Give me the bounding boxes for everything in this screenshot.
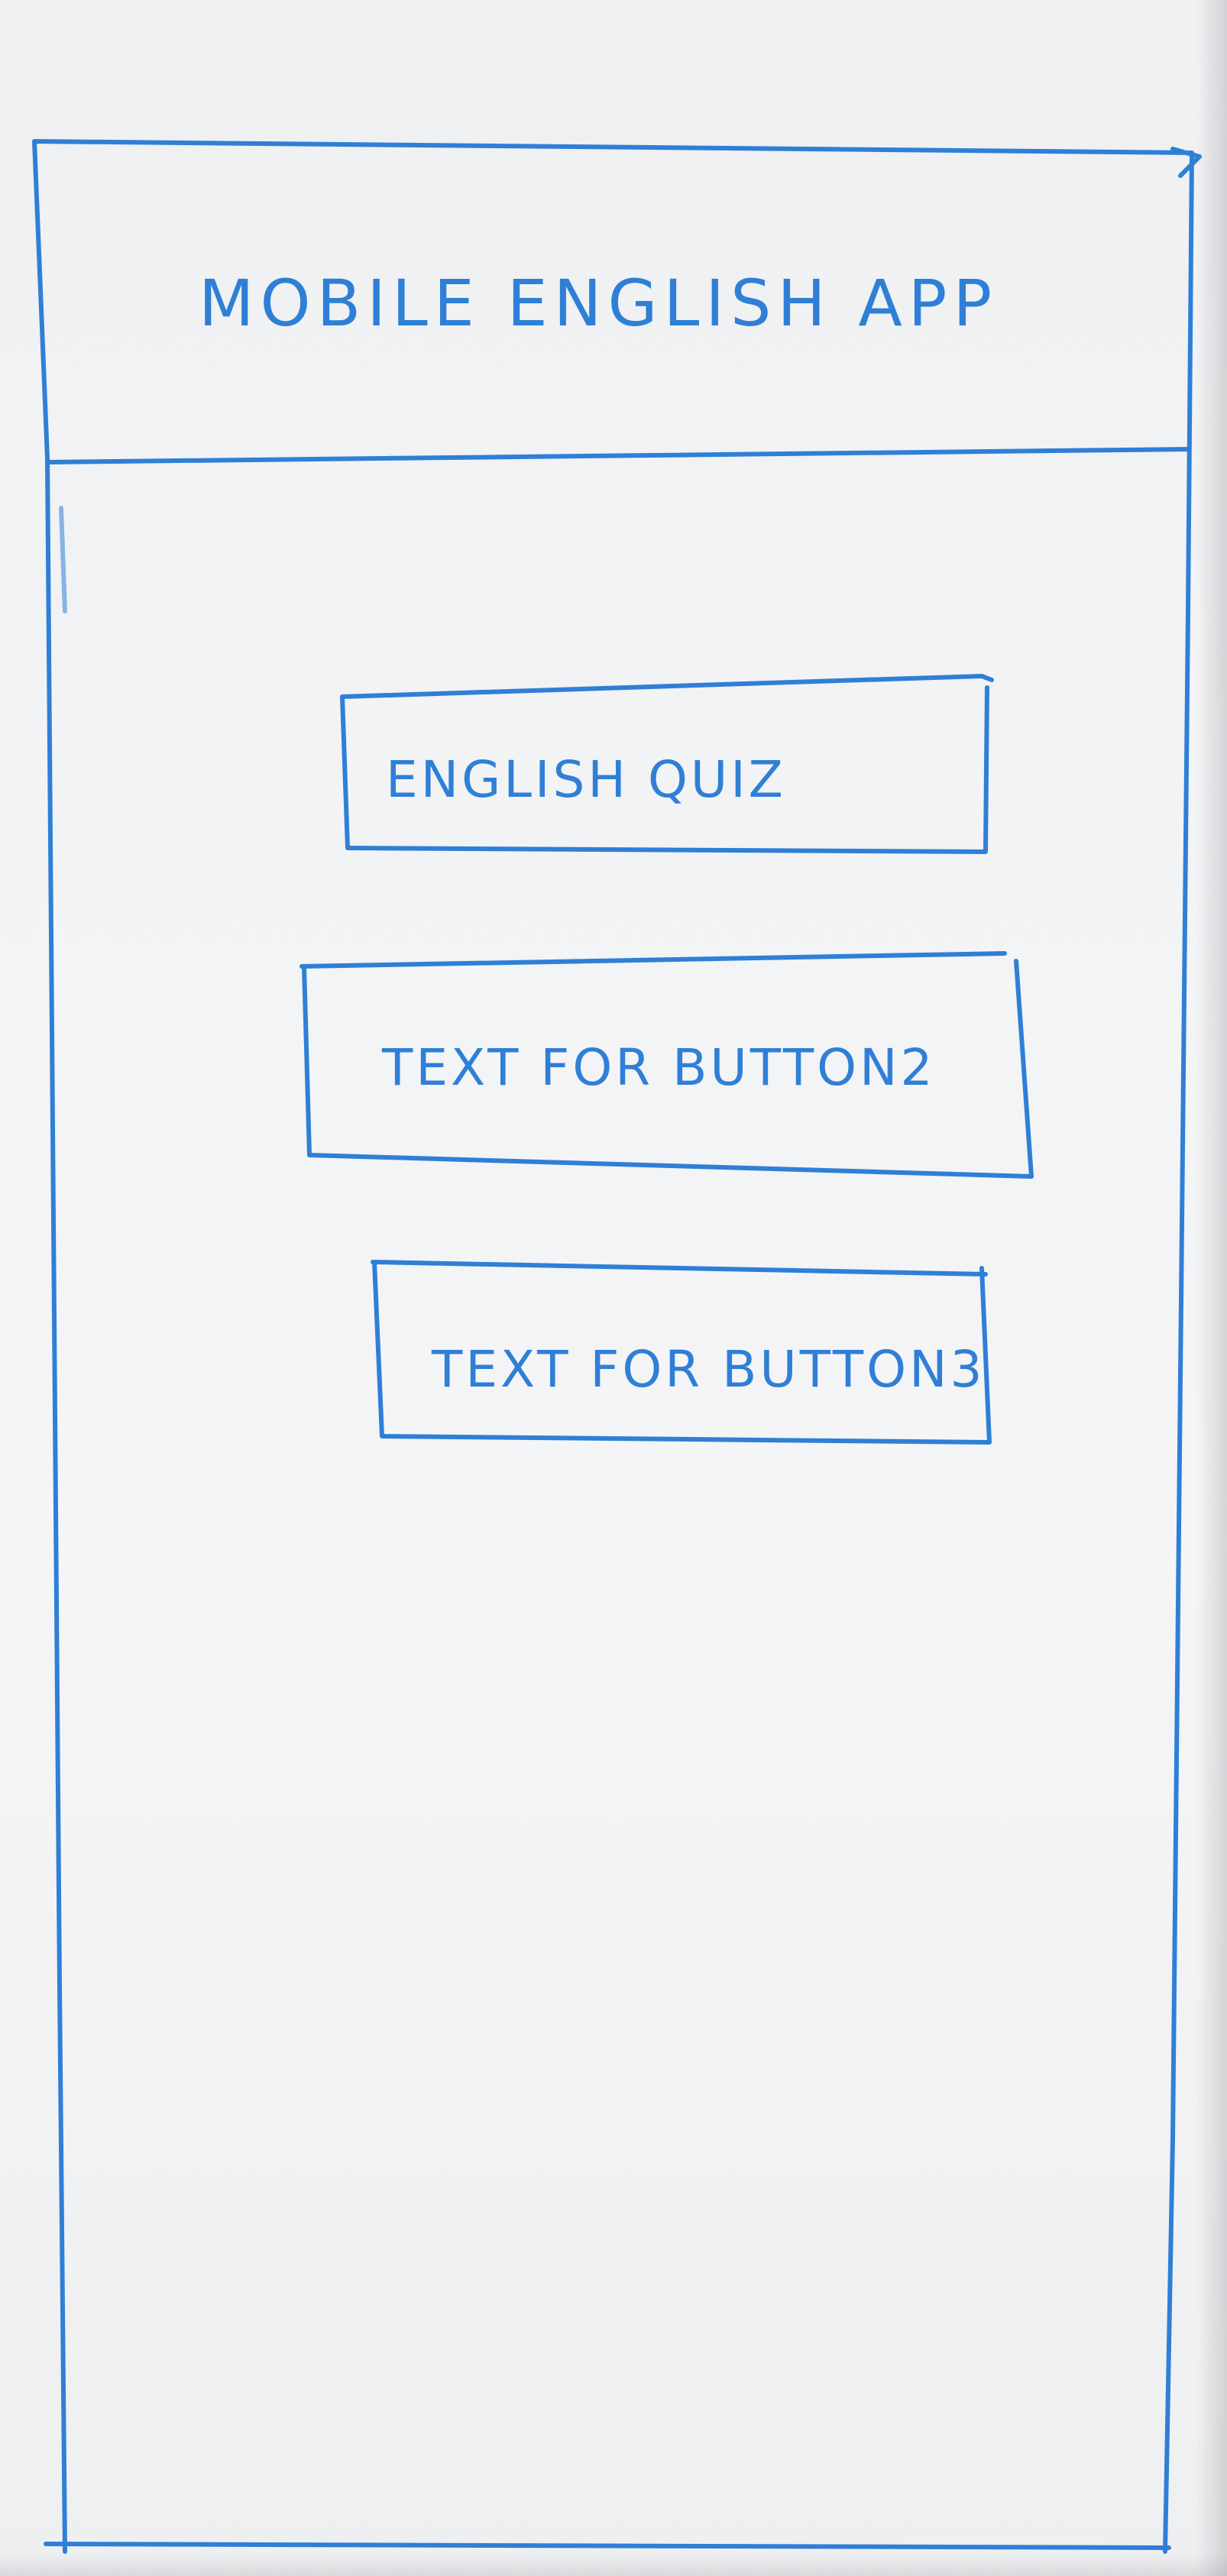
english-quiz-button-label: ENGLISH QUIZ: [386, 750, 786, 809]
left-edge-tick: [59, 506, 67, 613]
app-title: MOBILE ENGLISH APP: [199, 266, 999, 341]
header-divider: [45, 447, 1190, 464]
button-2-label: TEXT FOR BUTTON2: [382, 1038, 936, 1097]
button-3-label: TEXT FOR BUTTON3: [432, 1340, 986, 1399]
